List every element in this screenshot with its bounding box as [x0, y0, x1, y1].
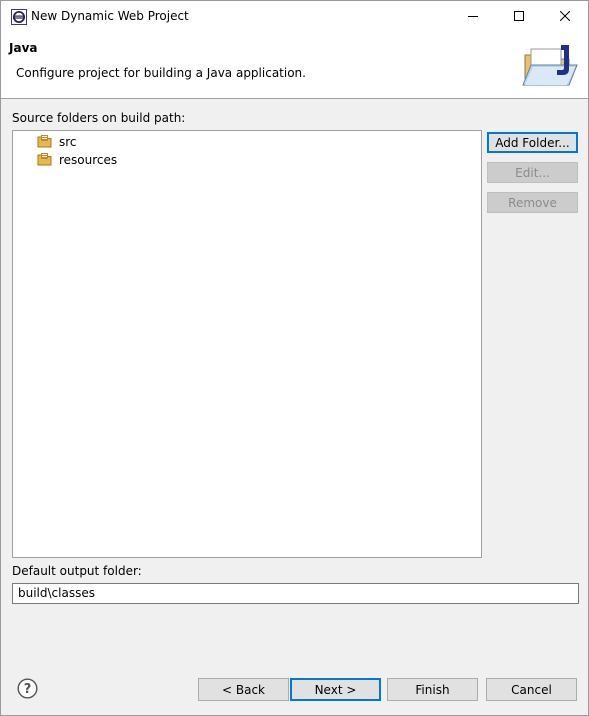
source-folder-icon: [37, 152, 53, 169]
output-folder-label: Default output folder:: [12, 564, 142, 578]
remove-button[interactable]: Remove: [487, 192, 578, 213]
add-folder-button[interactable]: Add Folder...: [487, 132, 578, 153]
tree-item-src[interactable]: src: [37, 134, 77, 150]
source-folder-icon: [37, 134, 53, 151]
cancel-button[interactable]: Cancel: [486, 678, 577, 701]
tree-item-label: resources: [59, 153, 118, 167]
edit-button[interactable]: Edit...: [487, 162, 578, 183]
help-icon[interactable]: ?: [17, 678, 38, 699]
eclipse-app-icon: [11, 9, 27, 25]
back-button[interactable]: < Back: [198, 678, 289, 701]
page-title: Java: [9, 41, 38, 55]
tree-item-resources[interactable]: resources: [37, 152, 117, 168]
window-title: New Dynamic Web Project: [31, 9, 189, 23]
minimize-button[interactable]: [450, 1, 496, 31]
tree-item-label: src: [59, 135, 77, 149]
close-icon: [560, 11, 570, 21]
next-button[interactable]: Next >: [290, 678, 381, 701]
output-folder-field[interactable]: build\classes: [12, 583, 579, 604]
dialog-window: New Dynamic Web Project Java Configure p…: [0, 0, 589, 716]
close-button[interactable]: [542, 1, 588, 31]
source-folders-label: Source folders on build path:: [12, 111, 186, 125]
title-bar[interactable]: New Dynamic Web Project: [1, 1, 588, 31]
page-description: Configure project for building a Java ap…: [16, 66, 306, 80]
source-folders-tree[interactable]: src resources: [12, 130, 482, 558]
maximize-icon: [514, 11, 524, 21]
finish-button[interactable]: Finish: [387, 678, 478, 701]
wizard-banner: Java Configure project for building a Ja…: [1, 31, 588, 99]
minimize-icon: [468, 16, 478, 17]
svg-text:?: ?: [24, 682, 32, 697]
java-folder-wizard-icon: [521, 41, 579, 89]
maximize-button[interactable]: [496, 1, 542, 31]
